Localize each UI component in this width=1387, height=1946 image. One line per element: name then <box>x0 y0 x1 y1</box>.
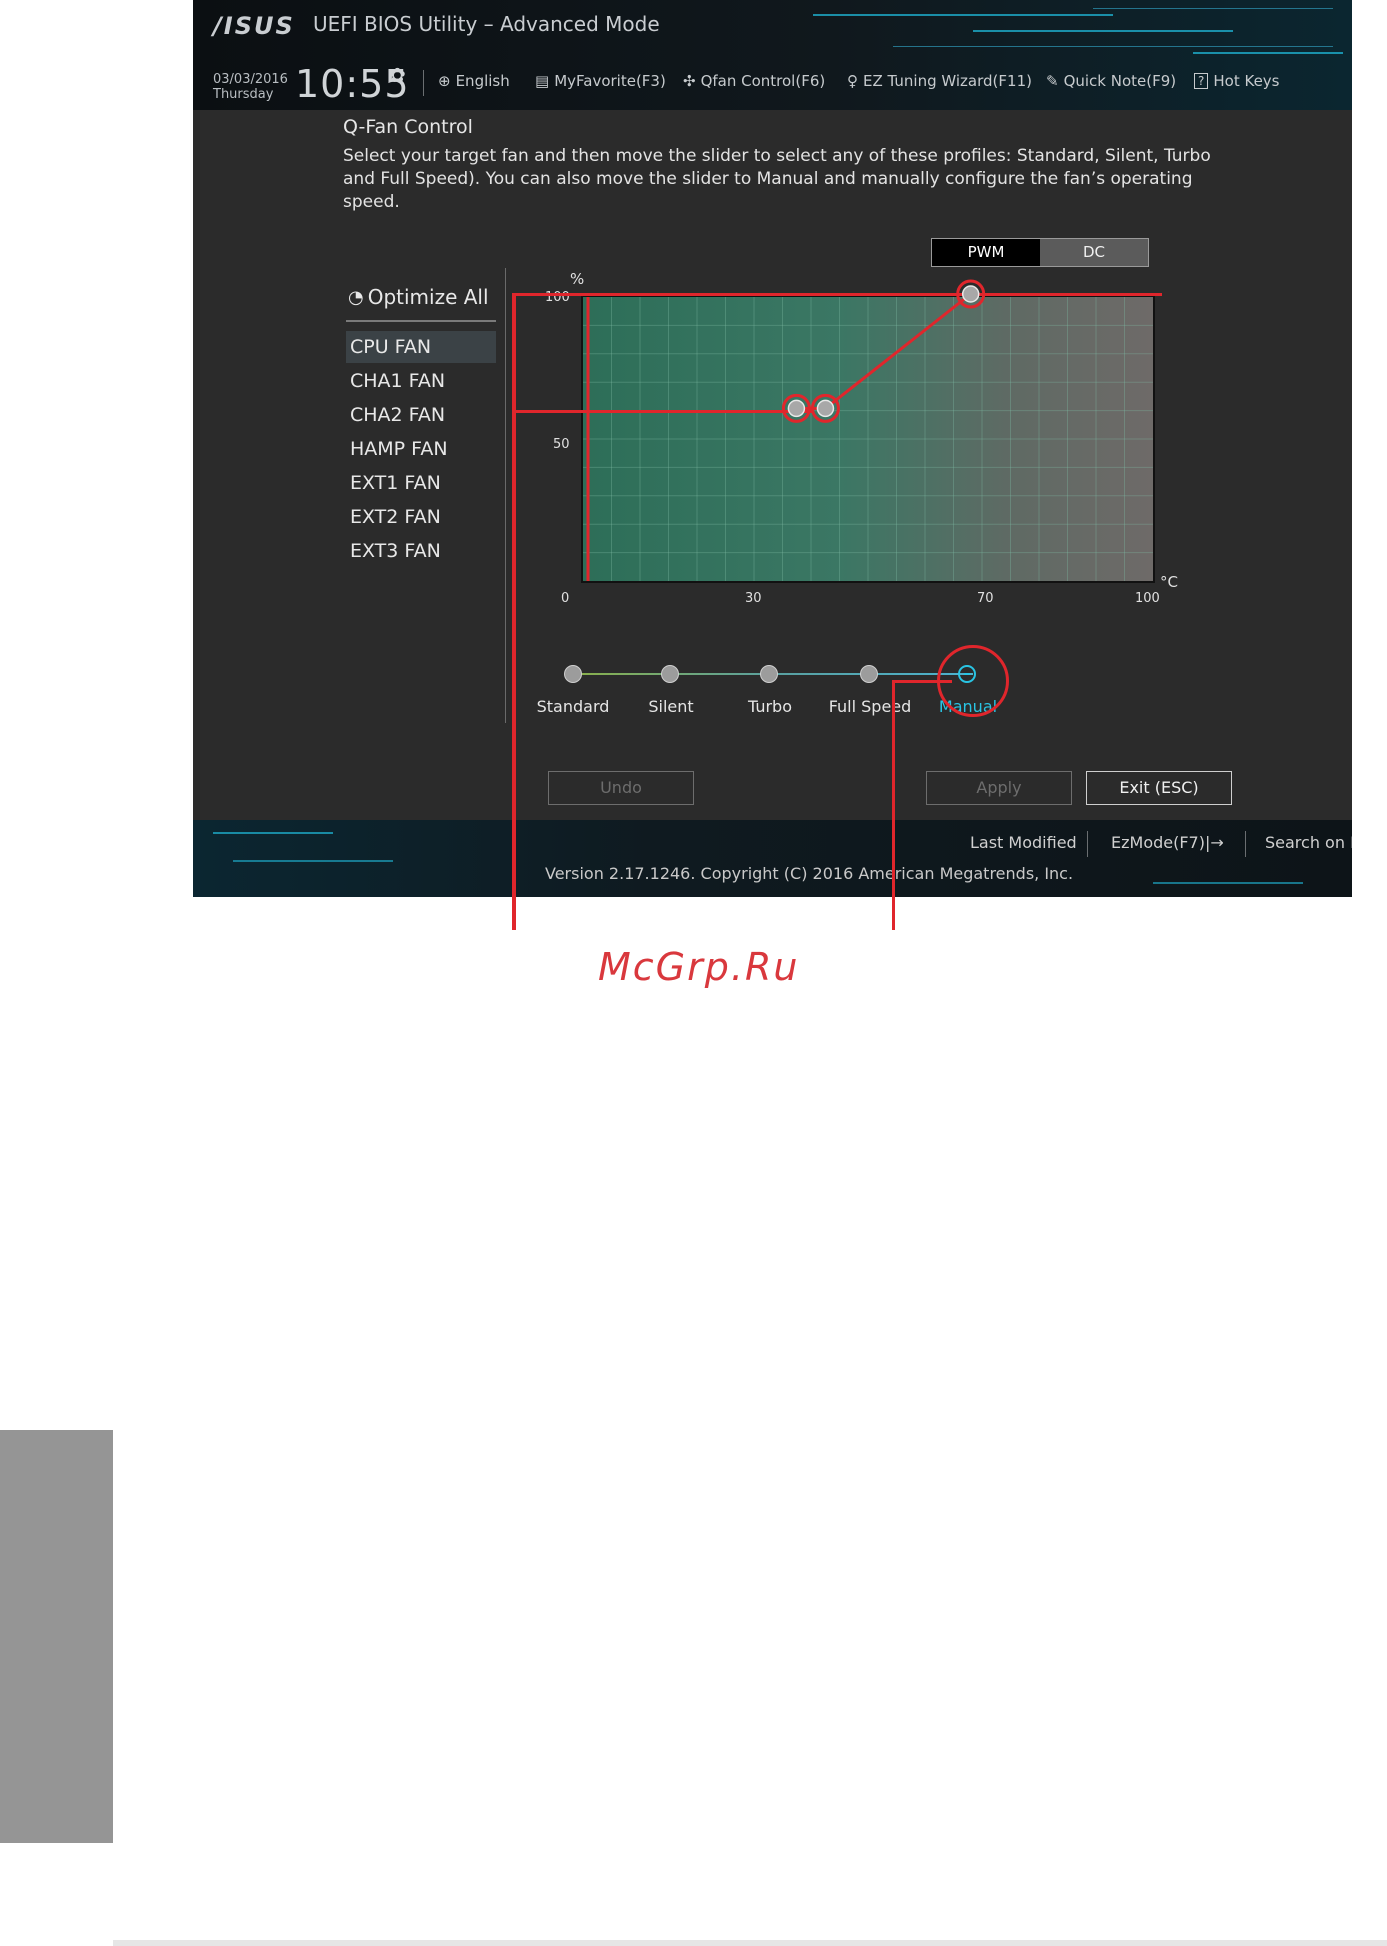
side-tab <box>0 1430 113 1843</box>
watermark: McGrp.Ru <box>598 945 800 989</box>
curve-point-handle[interactable] <box>787 399 806 418</box>
curve-points-layer <box>781 279 986 423</box>
page-footer-line <box>113 1940 1387 1946</box>
fan-curve-line <box>796 292 972 410</box>
curve-point-handle[interactable] <box>961 285 980 303</box>
curve-point-handle[interactable] <box>816 399 835 418</box>
